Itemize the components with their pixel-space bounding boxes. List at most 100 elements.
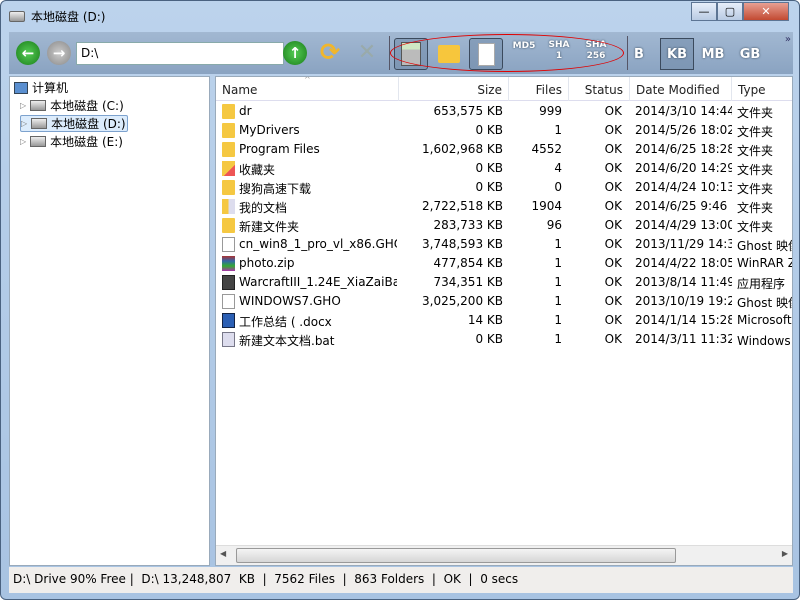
tree-item-c[interactable]: ▷ 本地磁盘 (C:)	[20, 97, 124, 114]
cell-files: 96	[546, 218, 562, 232]
cell-status: OK	[604, 332, 622, 346]
column-status[interactable]: Status	[569, 77, 630, 101]
cell-size: 283,733 KB	[433, 218, 503, 232]
table-row[interactable]: Program Files 1,602,968 KB 4552 OK 2014/6/25…	[216, 140, 792, 159]
cell-date: 2014/5/26 18:02	[635, 123, 732, 137]
cell-date: 2014/6/20 14:29	[635, 161, 732, 175]
cell-files: 999	[539, 104, 562, 118]
close-button[interactable]: ✕	[743, 2, 789, 21]
cell-status: OK	[604, 161, 622, 175]
cell-name: Program Files	[239, 142, 320, 156]
winrar-icon	[222, 256, 235, 271]
column-type[interactable]: Type	[732, 77, 792, 101]
table-row[interactable]: dr 653,575 KB 999 OK 2014/3/10 14:44 文件夹	[216, 102, 792, 121]
cell-size: 14 KB	[467, 313, 503, 327]
table-row[interactable]: 新建文件夹 283,733 KB 96 OK 2014/4/29 13:00 文件夹	[216, 216, 792, 235]
unit-gb-button[interactable]: GB	[733, 38, 767, 70]
expand-icon[interactable]: ▷	[20, 101, 26, 110]
cell-type: Ghost 映像	[737, 239, 792, 253]
cell-files: 1	[554, 332, 562, 346]
cell-status: OK	[604, 294, 622, 308]
toolbar-overflow-button[interactable]: »	[785, 34, 791, 45]
cell-files: 0	[554, 180, 562, 194]
table-row[interactable]: 收藏夹 0 KB 4 OK 2014/6/20 14:29 文件夹	[216, 159, 792, 178]
favorites-folder-icon	[222, 161, 235, 176]
scrollbar-thumb[interactable]	[236, 548, 676, 563]
cell-status: OK	[604, 123, 622, 137]
cell-type: 文件夹	[737, 144, 774, 158]
table-row[interactable]: photo.zip 477,854 KB 1 OK 2014/4/22 18:05 Win…	[216, 254, 792, 273]
stop-button[interactable]: ✕	[355, 40, 379, 65]
tree-label: 本地磁盘 (C:)	[50, 99, 124, 113]
table-row[interactable]: MyDrivers 0 KB 1 OK 2014/5/26 18:02 文件夹	[216, 121, 792, 140]
drive-icon	[9, 10, 25, 22]
scroll-left-icon[interactable]: ◀	[220, 549, 226, 558]
table-row[interactable]: WINDOWS7.GHO 3,025,200 KB 1 OK 2013/10/19 19…	[216, 292, 792, 311]
folder-tree: 计算机 ▷ 本地磁盘 (C:) ▷ 本地磁盘 (D:) ▷ 本地磁盘 (E:)	[9, 76, 210, 566]
folder-icon	[222, 218, 235, 233]
back-button[interactable]: ←	[16, 41, 40, 65]
column-files[interactable]: Files	[509, 77, 569, 101]
cell-type: Windows 批	[737, 334, 792, 348]
cell-size: 653,575 KB	[433, 104, 503, 118]
word-icon	[222, 313, 235, 328]
cell-size: 3,025,200 KB	[422, 294, 503, 308]
cell-size: 0 KB	[475, 161, 503, 175]
forward-button[interactable]: →	[47, 41, 71, 65]
tree-item-computer[interactable]: 计算机	[14, 79, 68, 96]
table-row[interactable]: cn_win8_1_pro_vl_x86.GHO 3,748,593 KB 1 OK 2…	[216, 235, 792, 254]
cell-status: OK	[604, 180, 622, 194]
address-input[interactable]: D:\	[76, 42, 284, 65]
exe-icon	[222, 275, 235, 290]
status-text: D:\ Drive 90% Free | D:\ 13,248,807 KB |…	[13, 572, 519, 586]
up-button[interactable]: ↑	[283, 41, 307, 65]
cell-date: 2014/4/24 10:13	[635, 180, 732, 194]
horizontal-scrollbar[interactable]: ◀ ▶	[216, 545, 792, 565]
table-row[interactable]: 搜狗高速下载 0 KB 0 OK 2014/4/24 10:13 文件夹	[216, 178, 792, 197]
expand-icon[interactable]: ▷	[21, 119, 27, 128]
cell-name: photo.zip	[239, 256, 295, 270]
drive-icon	[31, 118, 48, 129]
cell-date: 2014/1/14 15:28	[635, 313, 732, 327]
unit-b-button[interactable]: B	[622, 38, 656, 70]
table-row[interactable]: 工作总结 ( .docx 14 KB 1 OK 2014/1/14 15:28 Micro…	[216, 311, 792, 330]
drive-icon	[30, 136, 47, 147]
tree-label: 本地磁盘 (E:)	[50, 135, 123, 149]
cell-size: 734,351 KB	[433, 275, 503, 289]
table-row[interactable]: 我的文档 2,722,518 KB 1904 OK 2014/6/25 9:46 文件夹	[216, 197, 792, 216]
cell-size: 3,748,593 KB	[422, 237, 503, 251]
column-size[interactable]: Size	[399, 77, 509, 101]
cell-name: 新建文件夹	[239, 220, 300, 234]
cell-name: 工作总结 ( .docx	[239, 315, 332, 329]
cell-type: 文件夹	[737, 125, 774, 139]
app-window: 本地磁盘 (D:) — ▢ ✕ ← → D:\ ↑ ⟳ ✕ MD5 SHA 1 S…	[0, 0, 800, 600]
cell-status: OK	[604, 218, 622, 232]
table-row[interactable]: 新建文本文档.bat 0 KB 1 OK 2014/3/11 11:32 Windows …	[216, 330, 792, 349]
computer-icon	[14, 81, 28, 94]
column-date[interactable]: Date Modified	[630, 77, 732, 101]
maximize-button[interactable]: ▢	[717, 2, 743, 21]
refresh-button[interactable]: ⟳	[318, 38, 342, 66]
column-header: Name ^ Size Files Status Date Modified T…	[216, 77, 792, 101]
cell-size: 0 KB	[475, 123, 503, 137]
tree-item-e[interactable]: ▷ 本地磁盘 (E:)	[20, 133, 123, 150]
window-title: 本地磁盘 (D:)	[31, 9, 106, 24]
cell-type: 应用程序	[737, 277, 786, 291]
cell-date: 2014/4/29 13:00	[635, 218, 732, 232]
annotation-ellipse	[390, 34, 624, 72]
tree-item-d[interactable]: ▷ 本地磁盘 (D:)	[20, 115, 128, 132]
unit-kb-button[interactable]: KB	[660, 38, 694, 70]
cell-size: 477,854 KB	[433, 256, 503, 270]
cell-date: 2013/8/14 11:49	[635, 275, 732, 289]
unit-mb-button[interactable]: MB	[696, 38, 730, 70]
cell-status: OK	[604, 275, 622, 289]
cell-size: 0 KB	[475, 180, 503, 194]
expand-icon[interactable]: ▷	[20, 137, 26, 146]
table-row[interactable]: WarcraftIII_1.24E_XiaZaiBa.exe 734,351 KB…	[216, 273, 792, 292]
documents-folder-icon	[222, 199, 235, 214]
cell-size: 2,722,518 KB	[422, 199, 503, 213]
minimize-button[interactable]: —	[691, 2, 717, 21]
bat-icon	[222, 332, 235, 347]
scroll-right-icon[interactable]: ▶	[782, 549, 788, 558]
cell-files: 4552	[531, 142, 562, 156]
